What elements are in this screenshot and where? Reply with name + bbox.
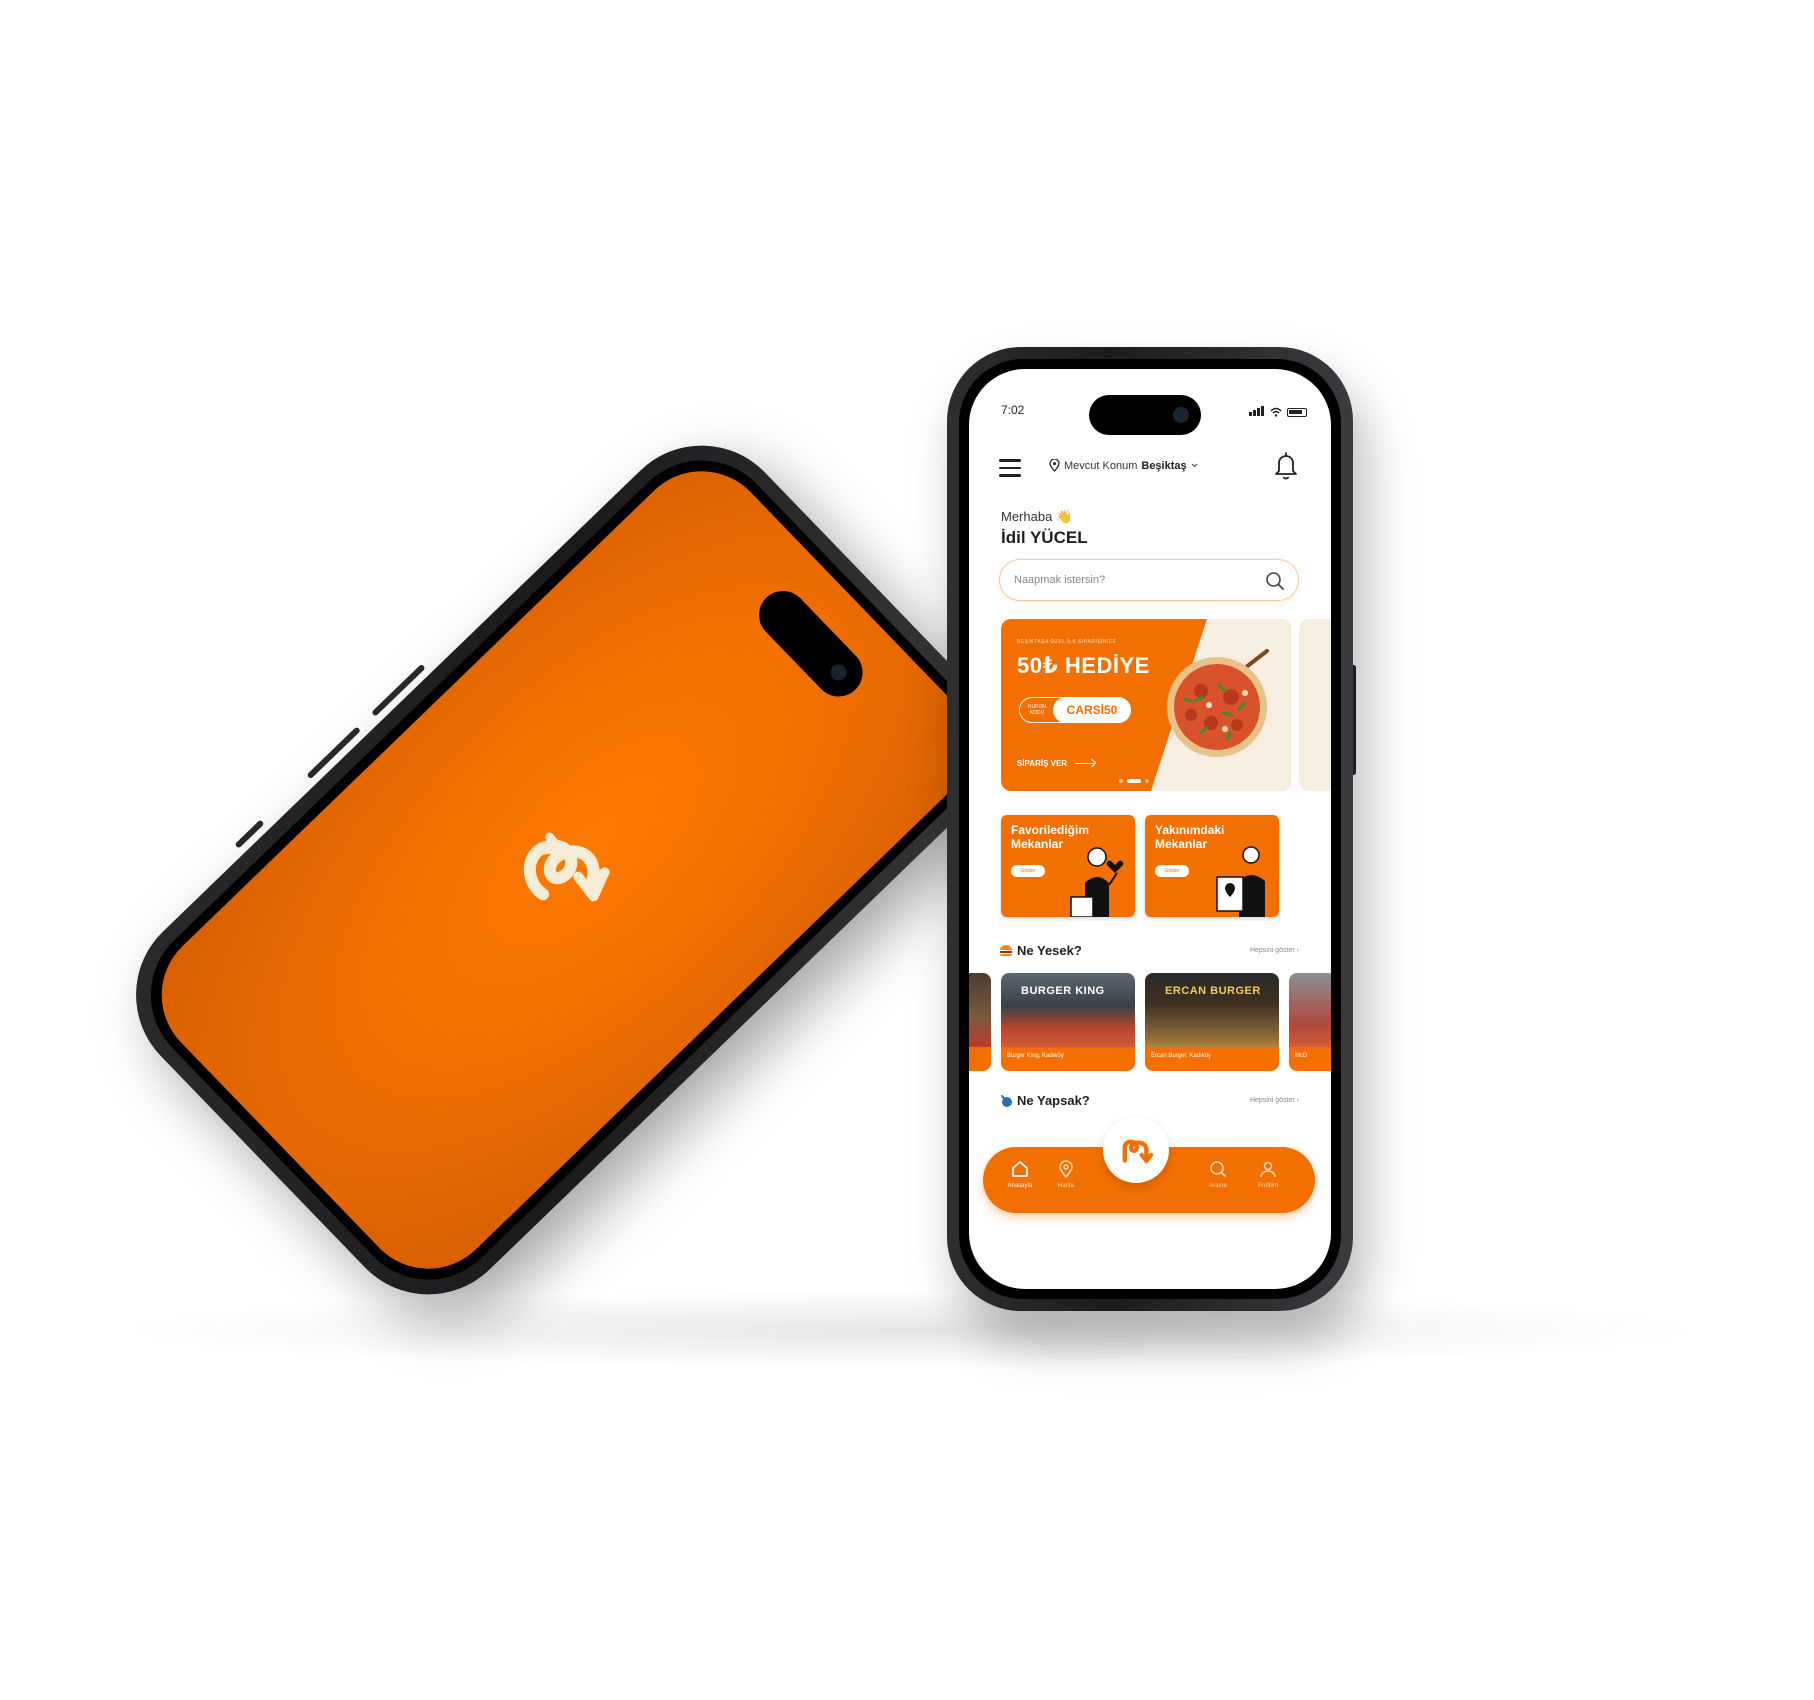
show-button[interactable]: Göster	[1011, 865, 1045, 877]
home-screen: 7:02 Mevcut Konum Beşiktaş Merhaba 👋 İdi…	[969, 369, 1331, 1289]
status-time: 7:02	[1001, 403, 1025, 417]
status-bar: 7:02	[969, 369, 1331, 435]
activity-icon	[1001, 1095, 1012, 1107]
tab-map[interactable]: Harita	[1041, 1159, 1091, 1205]
restaurant-name: McD	[1295, 1053, 1308, 1059]
burger-icon	[1000, 945, 1012, 956]
app-logo-icon	[1122, 1139, 1154, 1164]
restaurant-footer: McD	[1289, 1047, 1331, 1071]
search-bar	[999, 559, 1299, 601]
user-icon	[1260, 1161, 1276, 1178]
tab-home[interactable]: Anasayfa	[995, 1159, 1045, 1205]
greeting: Merhaba 👋 İdil YÜCEL	[1001, 509, 1088, 548]
location-selector[interactable]: Mevcut Konum Beşiktaş	[1049, 459, 1198, 472]
tab-label: Arama	[1209, 1183, 1227, 1189]
tab-label: Profilim	[1257, 1183, 1278, 1189]
restaurant-card-peek[interactable]: McD	[1289, 973, 1331, 1071]
splash-phone-frame	[99, 409, 1031, 1331]
nearby-card[interactable]: Yakınımdaki Mekanlar Göster	[1145, 815, 1279, 917]
restaurant-card[interactable]: BURGER KING Burger King, Kadıköy	[1001, 973, 1135, 1071]
camera-icon	[827, 661, 850, 684]
restaurant-name: Burger King, Kadıköy	[1007, 1053, 1064, 1059]
see-all-link[interactable]: Hepsini göster ›	[1250, 1097, 1299, 1104]
restaurant-card-peek[interactable]	[969, 973, 991, 1071]
tab-label: Harita	[1057, 1183, 1074, 1189]
carousel-dot[interactable]	[1119, 779, 1123, 783]
restaurant-photo	[969, 973, 991, 1047]
person-heart-illustration	[1070, 847, 1124, 917]
coupon-label: KUPON KODU	[1028, 704, 1046, 716]
restaurant-footer	[969, 1047, 991, 1071]
order-now-label: SİPARİŞ VER	[1017, 759, 1068, 768]
battery-icon	[1287, 407, 1307, 417]
chevron-down-icon	[1191, 463, 1197, 468]
person-map-illustration	[1216, 846, 1265, 917]
restaurant-card[interactable]: ERCAN BURGER Ercan Burger, Kadıköy	[1145, 973, 1279, 1071]
home-phone-bezel: 7:02 Mevcut Konum Beşiktaş Merhaba 👋 İdi…	[959, 359, 1341, 1299]
map-pin-icon	[1049, 459, 1060, 472]
camera-icon	[1173, 407, 1189, 423]
bell-icon[interactable]	[1271, 449, 1301, 481]
waving-hand-icon: 👋	[1055, 509, 1073, 524]
splash-screen	[133, 443, 997, 1297]
restaurant-photo: BURGER KING	[1001, 973, 1135, 1047]
eat-section-header: Ne Yesek? Hepsini göster ›	[999, 941, 1299, 961]
top-bar: Mevcut Konum Beşiktaş	[969, 439, 1331, 495]
dynamic-island	[1089, 395, 1201, 435]
next-banner-peek[interactable]	[1299, 619, 1331, 791]
section-title: Ne Yesek?	[1017, 943, 1082, 958]
restaurant-footer: Ercan Burger, Kadıköy	[1145, 1047, 1279, 1071]
location-value: Beşiktaş	[1141, 459, 1187, 472]
coupon-box: KUPON KODU CARSİ50	[1019, 697, 1131, 723]
banner-title: 50₺ HEDİYE	[1017, 653, 1150, 678]
show-button[interactable]: Göster	[1155, 865, 1189, 877]
map-pin-icon	[1059, 1160, 1073, 1179]
restaurant-name: Ercan Burger, Kadıköy	[1151, 1053, 1212, 1059]
app-logo-icon	[523, 832, 610, 902]
wifi-icon	[1270, 407, 1282, 417]
splash-phone-bezel	[119, 428, 1011, 1312]
user-name: İdil YÜCEL	[1001, 528, 1088, 547]
home-icon	[1012, 1161, 1028, 1177]
location-label: Mevcut Konum	[1064, 459, 1138, 472]
tab-profile[interactable]: Profilim	[1243, 1159, 1293, 1205]
carousel-dot-active[interactable]	[1127, 779, 1141, 783]
restaurant-sign: BURGER KING	[1021, 985, 1105, 997]
home-phone-frame: 7:02 Mevcut Konum Beşiktaş Merhaba 👋 İdi…	[947, 347, 1353, 1311]
floor-shadow	[110, 1290, 1710, 1370]
pizza-image	[1167, 649, 1269, 757]
hamburger-icon[interactable]	[999, 459, 1021, 477]
carousel-dots	[1119, 779, 1149, 783]
cellular-signal-icon	[1249, 403, 1265, 421]
promo-banner[interactable]: BEŞİKTAŞA ÖZEL İLK SİPARİŞİNİZE 50₺ HEDİ…	[1001, 619, 1291, 791]
carousel-dot[interactable]	[1145, 779, 1149, 783]
see-all-link[interactable]: Hepsini göster ›	[1250, 947, 1299, 954]
coupon-code[interactable]: CARSİ50	[1053, 697, 1131, 723]
search-icon	[1210, 1161, 1226, 1177]
status-icons	[1249, 403, 1307, 421]
restaurant-carousel: BURGER KING Burger King, Kadıköy ERCAN B…	[969, 973, 1331, 1071]
order-now-link[interactable]: SİPARİŞ VER	[1017, 759, 1096, 768]
section-title: Ne Yapsak?	[1017, 1093, 1090, 1108]
favorites-card[interactable]: Favorilediğim Mekanlar Göster	[1001, 815, 1135, 917]
center-logo-button[interactable]	[1103, 1117, 1169, 1183]
mockup-stage: 7:02 Mevcut Konum Beşiktaş Merhaba 👋 İdi…	[0, 0, 1814, 1700]
arrow-right-icon	[1075, 762, 1096, 765]
restaurant-footer: Burger King, Kadıköy	[1001, 1047, 1135, 1071]
tab-search[interactable]: Arama	[1193, 1159, 1243, 1205]
dynamic-island	[749, 581, 873, 707]
do-section-header: Ne Yapsak? Hepsini göster ›	[999, 1091, 1299, 1111]
restaurant-photo	[1289, 973, 1331, 1047]
restaurant-photo: ERCAN BURGER	[1145, 973, 1279, 1047]
greeting-hello: Merhaba 👋	[1001, 509, 1073, 524]
search-icon[interactable]	[1264, 570, 1286, 592]
tab-label: Anasayfa	[1007, 1183, 1033, 1189]
banner-kicker: BEŞİKTAŞA ÖZEL İLK SİPARİŞİNİZE	[1017, 639, 1117, 645]
restaurant-sign: ERCAN BURGER	[1165, 985, 1261, 997]
search-input[interactable]	[1014, 570, 1254, 590]
